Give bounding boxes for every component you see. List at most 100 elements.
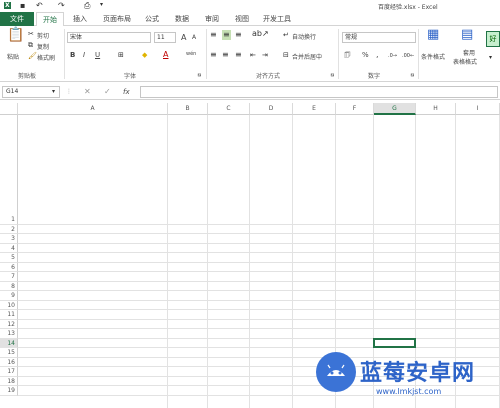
- column-header-f[interactable]: F: [336, 103, 374, 115]
- undo-icon[interactable]: ↶: [36, 1, 43, 10]
- font-color-button[interactable]: A: [163, 50, 168, 59]
- column-header-h[interactable]: H: [416, 103, 456, 115]
- row-header-18[interactable]: 18: [0, 376, 18, 386]
- decrease-decimal-icon[interactable]: .00←: [402, 51, 414, 61]
- print-preview-icon[interactable]: ⎙: [84, 1, 90, 11]
- format-as-table-icon[interactable]: ▤: [461, 28, 473, 41]
- styles-scroll-down-icon[interactable]: ▾: [489, 53, 492, 63]
- row-header-8[interactable]: 8: [0, 281, 18, 291]
- align-center-icon[interactable]: ≡: [222, 50, 229, 60]
- borders-icon[interactable]: ⊞: [118, 50, 124, 60]
- active-cell[interactable]: [373, 337, 416, 348]
- row-header-14[interactable]: 14: [0, 338, 18, 348]
- group-label-clipboard: 剪贴板: [18, 73, 37, 80]
- row-header-1[interactable]: 1: [0, 215, 18, 225]
- cancel-icon[interactable]: ✕: [84, 87, 91, 97]
- redo-icon[interactable]: ↷: [58, 1, 65, 10]
- select-all-corner[interactable]: [0, 103, 18, 115]
- grow-font-button[interactable]: A: [181, 33, 186, 42]
- tab-view[interactable]: 视图: [230, 12, 254, 26]
- tab-home[interactable]: 开始: [36, 12, 64, 27]
- merge-center-button[interactable]: 合并后居中: [292, 52, 322, 61]
- increase-decimal-icon[interactable]: .0→: [388, 51, 397, 61]
- customize-quick-access-icon[interactable]: ▾: [100, 1, 103, 8]
- column-header-d[interactable]: D: [250, 103, 293, 115]
- conditional-formatting-icon[interactable]: ▦: [427, 28, 439, 41]
- row-header-19[interactable]: 19: [0, 386, 18, 396]
- decrease-indent-icon[interactable]: ⇤: [250, 50, 256, 60]
- number-dialog-launcher-icon[interactable]: ⧅: [411, 70, 414, 80]
- font-dialog-launcher-icon[interactable]: ⧅: [198, 70, 201, 80]
- merge-center-icon[interactable]: ⊟: [283, 50, 289, 60]
- number-format-select[interactable]: 常规: [342, 32, 416, 43]
- cut-button[interactable]: 剪切: [37, 31, 49, 40]
- align-middle-icon[interactable]: ≡: [222, 30, 231, 40]
- column-header-a[interactable]: A: [18, 103, 168, 115]
- format-painter-icon[interactable]: 🖌: [28, 51, 37, 61]
- save-icon[interactable]: ▪: [20, 1, 25, 10]
- name-box-dropdown-icon[interactable]: ▾: [52, 87, 55, 97]
- column-header-g[interactable]: G: [374, 103, 416, 115]
- shrink-font-button[interactable]: A: [192, 34, 196, 41]
- row-header-11[interactable]: 11: [0, 310, 18, 320]
- bold-button[interactable]: B: [70, 51, 75, 59]
- row-header-16[interactable]: 16: [0, 357, 18, 367]
- phonetic-button[interactable]: wén: [186, 51, 196, 57]
- copy-button[interactable]: 复制: [37, 42, 49, 51]
- fill-color-icon[interactable]: ◆: [142, 50, 147, 60]
- row-header-17[interactable]: 17: [0, 367, 18, 377]
- row-header-5[interactable]: 5: [0, 253, 18, 263]
- tab-review[interactable]: 审阅: [200, 12, 224, 26]
- row-header-6[interactable]: 6: [0, 262, 18, 272]
- align-bottom-icon[interactable]: ≡: [235, 30, 242, 40]
- tab-page-layout[interactable]: 页面布局: [98, 12, 136, 26]
- underline-button[interactable]: U: [95, 51, 100, 59]
- enter-icon[interactable]: ✓: [104, 87, 111, 97]
- increase-indent-icon[interactable]: ⇥: [262, 50, 268, 60]
- copy-icon[interactable]: ⧉: [28, 40, 33, 50]
- alignment-dialog-launcher-icon[interactable]: ⧅: [331, 70, 334, 80]
- align-left-icon[interactable]: ≡: [210, 50, 217, 60]
- align-right-icon[interactable]: ≡: [235, 50, 242, 60]
- row-header-4[interactable]: 4: [0, 243, 18, 253]
- paste-icon[interactable]: 📋: [7, 28, 24, 42]
- column-header-b[interactable]: B: [168, 103, 208, 115]
- format-as-table-label-2[interactable]: 表格格式: [453, 57, 477, 66]
- comma-button[interactable]: ,: [376, 50, 379, 59]
- format-painter-button[interactable]: 格式刷: [37, 53, 55, 62]
- wrap-text-button[interactable]: 自动换行: [292, 32, 316, 41]
- row-header-2[interactable]: 2: [0, 224, 18, 234]
- group-divider: [64, 29, 65, 79]
- column-header-c[interactable]: C: [208, 103, 250, 115]
- font-name-select[interactable]: 宋体: [67, 32, 151, 43]
- title-bar: X ▪ ↶ ↷ ⎙ ▾ 百度经验.xlsx - Excel: [0, 0, 500, 12]
- orientation-icon[interactable]: ab↗: [252, 29, 269, 39]
- conditional-formatting-button[interactable]: 条件格式: [421, 52, 445, 61]
- column-header-e[interactable]: E: [293, 103, 336, 115]
- italic-button[interactable]: I: [83, 51, 85, 59]
- align-top-icon[interactable]: ≡: [210, 30, 217, 40]
- cell-style-good[interactable]: 好: [486, 31, 500, 47]
- row-header-7[interactable]: 7: [0, 272, 18, 282]
- insert-function-button[interactable]: fx: [123, 88, 130, 96]
- paste-button[interactable]: 粘贴: [7, 52, 19, 61]
- row-header-3[interactable]: 3: [0, 234, 18, 244]
- tab-developer[interactable]: 开发工具: [260, 12, 294, 26]
- column-header-i[interactable]: I: [456, 103, 500, 115]
- tab-formulas[interactable]: 公式: [140, 12, 164, 26]
- row-header-12[interactable]: 12: [0, 319, 18, 329]
- wrap-text-icon[interactable]: ↵: [283, 30, 289, 40]
- tab-data[interactable]: 数据: [170, 12, 194, 26]
- format-as-table-label-1[interactable]: 套用: [463, 48, 475, 57]
- cut-icon[interactable]: ✂: [28, 29, 34, 39]
- formula-input[interactable]: [140, 86, 498, 98]
- tab-insert[interactable]: 插入: [68, 12, 92, 26]
- row-header-10[interactable]: 10: [0, 300, 18, 310]
- percent-button[interactable]: %: [362, 51, 369, 59]
- row-header-13[interactable]: 13: [0, 329, 18, 339]
- font-size-select[interactable]: 11: [154, 32, 176, 43]
- accounting-format-icon[interactable]: 🗊: [344, 50, 350, 60]
- row-header-15[interactable]: 15: [0, 348, 18, 358]
- tab-file[interactable]: 文件: [0, 12, 34, 26]
- row-header-9[interactable]: 9: [0, 291, 18, 301]
